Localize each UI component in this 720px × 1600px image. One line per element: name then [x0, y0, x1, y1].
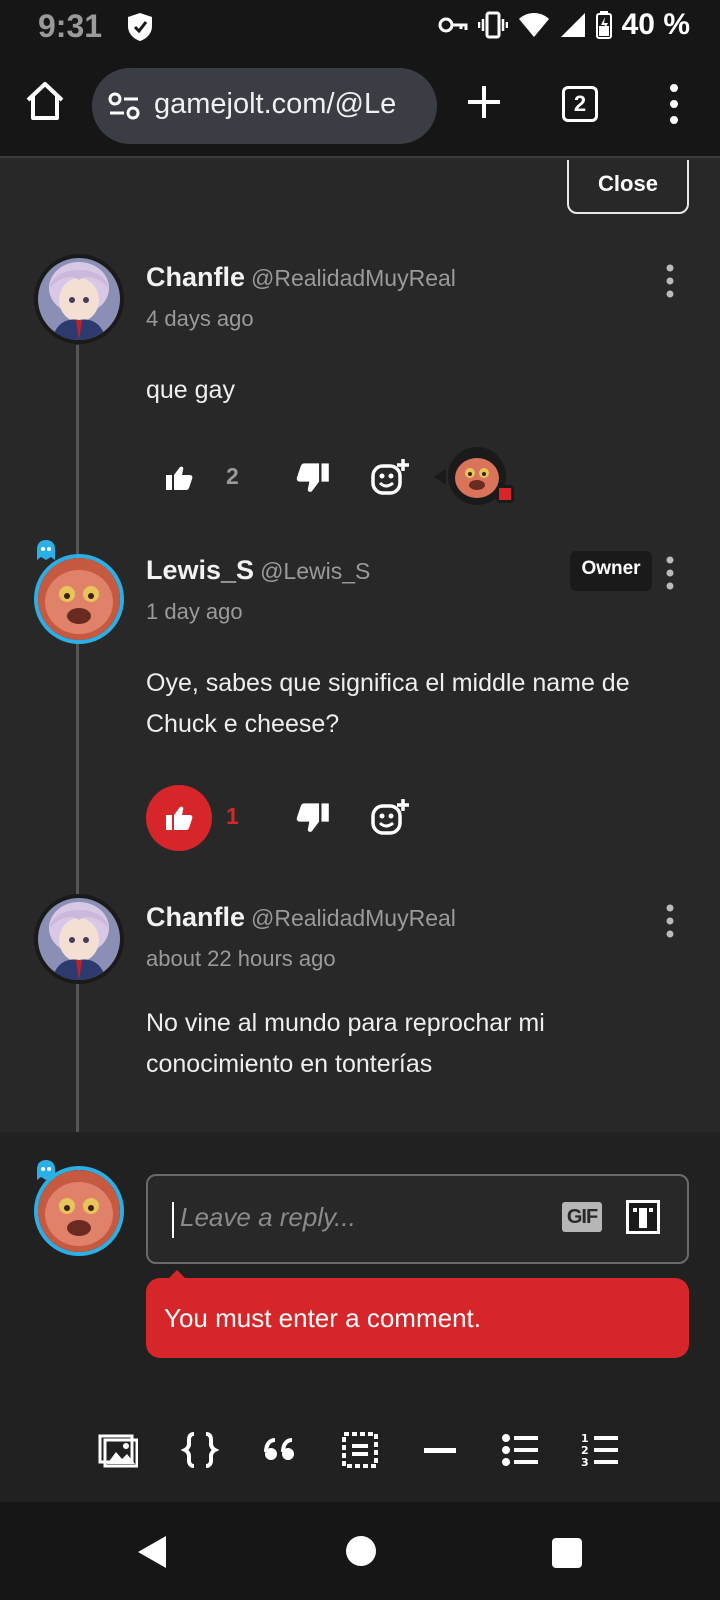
quote-icon[interactable] [260, 1430, 300, 1470]
wifi-icon [518, 13, 549, 37]
thumbs-up-icon [166, 806, 193, 830]
reply-composer: Leave a reply... GIF You must enter a co… [0, 1132, 720, 1502]
browser-toolbar: gamejolt.com/@Le 2 [0, 52, 720, 158]
system-nav-bar [0, 1502, 720, 1600]
site-settings-icon[interactable] [108, 92, 140, 120]
comment-timestamp[interactable]: 4 days ago [146, 306, 254, 332]
current-user-avatar [34, 1166, 124, 1256]
comment-actions: 1 [146, 785, 706, 855]
battery-percent: 40 % [621, 8, 690, 41]
owner-like-badge [496, 485, 514, 503]
comment-body: Oye, sabes que significa el middle name … [146, 669, 630, 738]
anime-girl-avatar-icon [38, 258, 120, 340]
author-name[interactable]: Chanfle [146, 262, 245, 292]
close-button[interactable]: Close [567, 160, 689, 214]
image-icon[interactable] [98, 1430, 138, 1470]
anime-girl-avatar-icon [38, 898, 120, 980]
add-reaction-icon[interactable] [370, 797, 410, 837]
signal-icon [560, 13, 585, 37]
url-text[interactable]: gamejolt.com/@Le [154, 88, 396, 121]
creature-avatar-icon [38, 1170, 120, 1252]
vibrate-icon [477, 11, 508, 39]
thread-line [76, 345, 79, 1132]
address-bar[interactable]: gamejolt.com/@Le [92, 68, 437, 144]
key-icon [438, 17, 468, 33]
tab-count: 2 [573, 91, 587, 116]
like-count: 1 [226, 803, 239, 829]
author-handle[interactable]: @Lewis_S [260, 558, 370, 584]
menu-icon[interactable] [664, 82, 684, 126]
author-handle[interactable]: @RealidadMuyReal [251, 905, 456, 931]
sticker-icon[interactable] [624, 1198, 662, 1236]
ghost-badge-icon [37, 540, 55, 560]
reply-placeholder: Leave a reply... [180, 1202, 356, 1232]
author-name[interactable]: Lewis_S [146, 555, 254, 585]
tab-switcher-button[interactable]: 2 [562, 86, 598, 122]
vpn-shield-icon [128, 13, 152, 41]
thumbs-down-icon[interactable] [296, 801, 330, 835]
recents-icon[interactable] [552, 1538, 582, 1568]
home-nav-icon[interactable] [346, 1536, 376, 1566]
gif-button[interactable]: GIF [562, 1202, 602, 1232]
status-bar: 9:31 40 % [0, 0, 720, 52]
thumbs-up-icon [166, 466, 193, 490]
like-button[interactable] [146, 445, 212, 511]
author-handle[interactable]: @RealidadMuyReal [251, 265, 456, 291]
numbered-list-icon[interactable]: 1 2 3 [580, 1430, 620, 1470]
thumbs-down-icon[interactable] [296, 461, 330, 495]
reply-input[interactable]: Leave a reply... GIF [146, 1174, 689, 1264]
avatar[interactable] [34, 554, 124, 644]
code-block-icon[interactable] [180, 1430, 220, 1470]
creature-avatar-icon [38, 558, 120, 640]
more-options-icon[interactable] [662, 556, 678, 590]
avatar[interactable] [34, 254, 124, 344]
spoiler-icon[interactable] [340, 1430, 380, 1470]
comment-author[interactable]: Chanfle @RealidadMuyReal [146, 262, 456, 293]
new-tab-icon[interactable] [466, 84, 502, 120]
like-count: 2 [226, 463, 239, 489]
svg-text:3: 3 [581, 1456, 589, 1469]
formatting-toolbar: 1 2 3 [0, 1422, 720, 1492]
author-name[interactable]: Chanfle [146, 902, 245, 932]
comment-author[interactable]: Chanfle @RealidadMuyReal [146, 902, 456, 933]
comment-body: que gay [146, 376, 235, 404]
status-time: 9:31 [38, 8, 103, 44]
comment-body: No vine al mundo para reprochar mi conoc… [146, 1009, 545, 1078]
more-options-icon[interactable] [662, 904, 678, 938]
comment-author[interactable]: Lewis_S @Lewis_S [146, 555, 370, 586]
bullet-list-icon[interactable] [500, 1430, 540, 1470]
liker-pointer [434, 469, 446, 485]
more-options-icon[interactable] [662, 264, 678, 298]
back-icon[interactable] [136, 1534, 168, 1570]
like-button[interactable] [146, 785, 212, 851]
avatar[interactable] [34, 894, 124, 984]
horizontal-rule-icon[interactable] [420, 1430, 460, 1470]
comment-actions: 2 [146, 445, 706, 515]
owner-badge: Owner [570, 551, 652, 591]
text-caret [172, 1202, 174, 1238]
comment-timestamp[interactable]: about 22 hours ago [146, 946, 336, 972]
comment-timestamp[interactable]: 1 day ago [146, 599, 243, 625]
add-reaction-icon[interactable] [370, 457, 410, 497]
validation-error: You must enter a comment. [146, 1278, 689, 1358]
home-icon[interactable] [24, 80, 66, 122]
battery-icon [595, 11, 612, 39]
comment-thread: Close Chanfle @RealidadMuyReal 4 days ago… [0, 160, 720, 1132]
